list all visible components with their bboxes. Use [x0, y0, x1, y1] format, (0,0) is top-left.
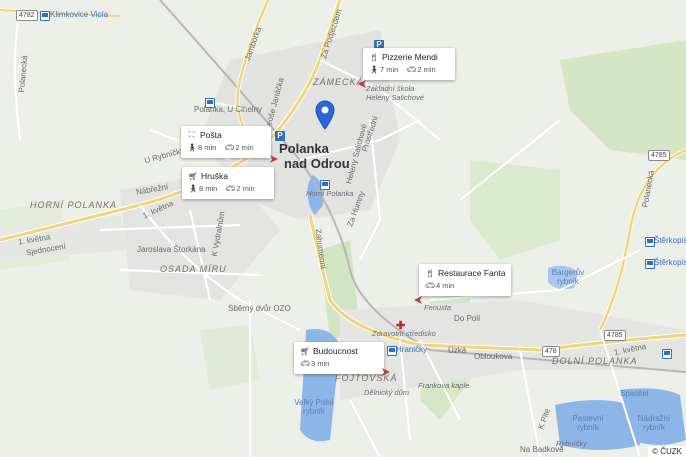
parking-icon[interactable]: P [275, 131, 285, 141]
poi-card-hruska[interactable]: 🛒︎ Hruška 🚶︎ 8 min 🚗︎ 2 min [182, 167, 274, 199]
poi-label-sberny-dvur: Sběrný dvůr OZO [228, 304, 291, 313]
bus-stop-label-hranicky: Hraničky [396, 345, 428, 354]
walk-time: 🚶︎ 8 min [188, 184, 218, 193]
area-label-zamecka: ZÁMECKÁ [313, 77, 364, 87]
car-time: 🚗︎ 2 min [225, 184, 255, 193]
bus-stop-icon[interactable] [40, 11, 50, 21]
poi-label-spasitel: Spasitel [620, 389, 649, 398]
car-icon: 🚗︎ [425, 281, 436, 290]
car-icon: 🚗︎ [406, 65, 417, 74]
street-label-jaroslava-storkana: Jaroslava Štorkána [137, 245, 206, 254]
water-label-nadrazni-rybnik: Nádražní rybník [637, 414, 671, 432]
area-label-dolni-polanka: DOLNÍ POLANKA [552, 356, 638, 366]
medical-cross-icon: ✚ [396, 320, 406, 332]
bus-stop-icon[interactable] [320, 180, 330, 190]
walking-icon: 🚶︎ [188, 184, 199, 193]
poi-card-pizzerie-mendi[interactable]: 🍴︎ Pizzerie Mendi 🚶︎ 7 min 🚗︎ 2 min [363, 48, 455, 80]
bus-stop-label-sterkopisek-1: Štěrkopísek [654, 236, 686, 245]
road-shield-478: 478 [542, 346, 560, 357]
poi-card-title: Hruška [201, 171, 228, 181]
restaurant-icon: 🍴︎ [425, 268, 436, 278]
car-time: 🚗︎ 3 min [300, 359, 330, 368]
poi-card-title: Pošta [200, 130, 222, 140]
shopping-cart-icon: 🛒︎ [188, 171, 199, 181]
card-pointer-icon [270, 155, 278, 163]
water-label-velky-polni-rybnik: Velký Polní rybník [294, 398, 334, 416]
road-shield-4785-south: 4785 [604, 330, 626, 341]
walking-icon: 🚶︎ [187, 143, 198, 152]
street-label-uzka: Úzká [448, 346, 467, 355]
walk-time: 🚶︎ 7 min [369, 65, 399, 74]
bus-stop-label-klimkovice-viola: Klimkovice Viola [50, 10, 109, 19]
poi-card-posta[interactable]: ⛶ Pošta 🚶︎ 8 min 🚗︎ 2 min [181, 126, 271, 158]
area-label-osada-miru: OSADA MÍRU [160, 264, 227, 274]
town-label-line1: Polanka [279, 141, 329, 156]
car-time: 🚗︎ 2 min [406, 65, 436, 74]
poi-card-restaurace-fanta[interactable]: 🍴︎Restaurace Fanta... 🚗︎4 min [419, 264, 511, 296]
bus-stop-label-horni-polanka: Horní Polanka [306, 189, 354, 198]
restaurant-icon: 🍴︎ [369, 52, 380, 62]
car-icon: 🚗︎ [224, 143, 235, 152]
car-icon: 🚗︎ [300, 359, 311, 368]
water-label-pastevni-rybnik: Pastevní rybník [572, 414, 604, 432]
bus-stop-icon[interactable] [205, 98, 215, 108]
poi-label-fenusta: Fenusta [424, 303, 452, 312]
walking-icon: 🚶︎ [369, 65, 380, 74]
walk-time: 🚶︎ 8 min [187, 143, 217, 152]
area-label-horni-polanka: HORNÍ POLANKA [30, 200, 118, 210]
bus-stop-icon[interactable] [645, 237, 655, 247]
card-pointer-icon [414, 296, 422, 304]
car-time: 🚗︎ 4 min [425, 281, 455, 290]
car-icon: 🚗︎ [225, 184, 236, 193]
street-label-do-poli: Do Polí [454, 314, 481, 323]
poi-card-title: Pizzerie Mendi [382, 52, 438, 62]
poi-label-rybnicky: Rybníčky [556, 439, 587, 448]
road-shield-4782: 4782 [16, 10, 38, 21]
water-label-bargeruv-rybnik: Bargerův rybník [551, 268, 585, 286]
poi-label-frankova-kaple: Frankova kaple [418, 381, 470, 390]
poi-card-budoucnost[interactable]: 🛒︎ Budoucnost 🚗︎ 3 min [294, 342, 384, 374]
bus-stop-icon[interactable] [662, 349, 672, 359]
bus-stop-icon[interactable] [645, 259, 655, 269]
shopping-cart-icon: 🛒︎ [300, 346, 311, 356]
poi-card-title: Restaurace Fanta... [438, 268, 505, 278]
map-copyright: © ČUZK [648, 446, 686, 457]
poi-label-delnicky-dum: Dělnický dům [364, 388, 410, 397]
card-pointer-icon [358, 80, 366, 88]
poi-card-title: Budoucnost [313, 346, 358, 356]
street-label-obloukova: Obloukova [474, 352, 513, 361]
card-pointer-icon [382, 368, 390, 376]
location-pin-icon[interactable] [315, 100, 335, 130]
post-office-icon: ⛶ [188, 130, 195, 139]
road-shield-4785-north: 4785 [648, 150, 670, 161]
map-canvas[interactable]: ZÁMECKÁ HORNÍ POLANKA OSADA MÍRU FOJTOVS… [0, 0, 686, 457]
poi-label-zakladni-skola: Základní škola Heleny Salichové [366, 84, 424, 102]
car-time: 🚗︎ 2 min [224, 143, 254, 152]
bus-stop-label-sterkopisek-2: Štěrkopísek [654, 258, 686, 267]
map-base-layer [0, 0, 686, 457]
bus-stop-icon[interactable] [387, 346, 397, 356]
town-label-line2: nad Odrou [284, 156, 350, 171]
